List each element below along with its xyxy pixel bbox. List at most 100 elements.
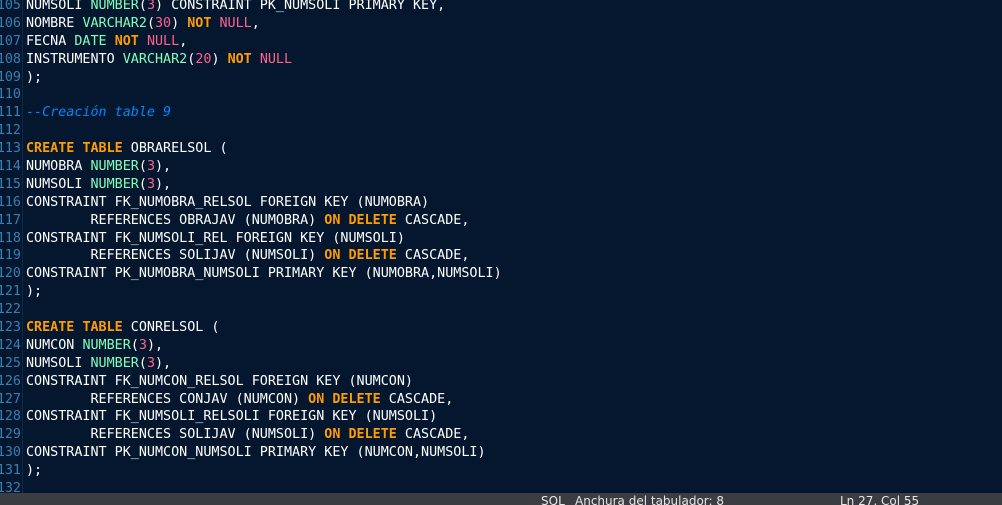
code-token: ), [155,176,172,192]
status-bar: SQL Anchura del tabulador: 8 Ln 27, Col … [0,493,1002,505]
code-line[interactable]: 108 INSTRUMENTO VARCHAR2(20) NOT NULL [0,51,1002,69]
code-token: FECNA [26,33,75,49]
code-token: ( [130,337,139,353]
code-text: REFERENCES OBRAJAV (NUMOBRA) ON DELETE C… [26,212,469,230]
code-token: CONSTRAINT PK_NUMCON_NUMSOLI PRIMARY KEY… [26,445,486,461]
code-text: NUMSOLI NUMBER(3) CONSTRAINT PK_NUMSOLI … [26,0,445,15]
code-token: ), [155,355,172,371]
code-token: REFERENCES CONJAV (NUMCON) [26,391,309,407]
code-token: ); [26,284,43,300]
code-editor[interactable]: 105 NUMSOLI NUMBER(3) CONSTRAINT PK_NUMSO… [0,0,1002,498]
code-token: DATE [74,33,107,49]
code-token: 3 [146,0,155,13]
code-token: ( [146,15,155,31]
code-token: NULL [219,15,252,31]
code-token: REFERENCES SOLIJAV (NUMSOLI) [26,248,325,264]
code-token: CASCADE, [396,427,470,443]
code-token: TABLE [82,320,123,336]
line-number: 127 [0,391,21,407]
code-line[interactable]: 119 REFERENCES SOLIJAV (NUMSOLI) ON DELE… [0,247,1002,265]
code-token: NUMCON [26,337,83,353]
code-line[interactable]: 129 REFERENCES SOLIJAV (NUMSOLI) ON DELE… [0,426,1002,444]
code-token: NUMBER [90,176,139,192]
code-token: CONRELSOL ( [122,320,220,336]
code-line[interactable]: 111 --Creación table 9 [0,104,1002,122]
code-line[interactable]: 120 CONSTRAINT PK_NUMOBRA_NUMSOLI PRIMARY… [0,265,1002,283]
code-token: ON [324,212,341,228]
code-token: --Creación table 9 [26,105,172,121]
line-number: 119 [0,248,21,264]
line-number: 108 [0,51,21,67]
code-token: 3 [146,159,155,175]
code-line[interactable]: 107 FECNA DATE NOT NULL, [0,33,1002,51]
code-token: 20 [195,51,212,67]
code-token: CASCADE, [396,212,470,228]
code-line[interactable]: 116 CONSTRAINT FK_NUMOBRA_RELSOL FOREIGN … [0,194,1002,212]
code-token: OBRARELSOL ( [122,141,228,157]
code-line[interactable]: 126 CONSTRAINT FK_NUMCON_RELSOL FOREIGN K… [0,373,1002,391]
line-number: 129 [0,427,21,443]
code-text: CONSTRAINT FK_NUMSOLI_REL FOREIGN KEY (N… [26,230,405,248]
line-number: 125 [0,355,21,371]
code-line[interactable]: 122 [0,301,1002,319]
code-line[interactable]: 125 NUMSOLI NUMBER(3), [0,355,1002,373]
code-line[interactable]: 115 NUMSOLI NUMBER(3), [0,176,1002,194]
code-token: DELETE [348,212,397,228]
code-token: ON [324,248,341,264]
line-number: 113 [0,141,21,157]
code-text: REFERENCES SOLIJAV (NUMSOLI) ON DELETE C… [26,426,469,444]
code-token: CASCADE, [380,391,454,407]
code-line[interactable]: 121); [0,283,1002,301]
code-line[interactable]: 124 NUMCON NUMBER(3), [0,337,1002,355]
code-line[interactable]: 105 NUMSOLI NUMBER(3) CONSTRAINT PK_NUMSO… [0,0,1002,15]
code-token: 30 [155,15,172,31]
code-token: CONSTRAINT FK_NUMOBRA_RELSOL FOREIGN KEY… [26,194,430,210]
code-token: ON [324,427,341,443]
code-token: CONSTRAINT FK_NUMSOLI_RELSOLI FOREIGN KE… [26,409,438,425]
code-line[interactable]: 114 NUMOBRA NUMBER(3), [0,158,1002,176]
code-line[interactable]: 117 REFERENCES OBRAJAV (NUMOBRA) ON DELE… [0,212,1002,230]
code-token: , [179,33,188,49]
code-token: NUMBER [90,0,139,13]
code-token: 3 [146,355,155,371]
code-token: REFERENCES OBRAJAV (NUMOBRA) [26,212,325,228]
line-number: 109 [0,69,21,85]
code-line[interactable]: 130 CONSTRAINT PK_NUMCON_NUMSOLI PRIMARY … [0,444,1002,462]
line-number: 111 [0,105,21,121]
code-line[interactable]: 127 REFERENCES CONJAV (NUMCON) ON DELETE… [0,391,1002,409]
code-line[interactable]: 110 [0,86,1002,104]
line-number: 107 [0,33,21,49]
code-token: VARCHAR2 [82,15,147,31]
code-token: NUMSOLI [26,176,91,192]
code-token: REFERENCES SOLIJAV (NUMSOLI) [26,427,325,443]
code-token: NULL [146,33,180,49]
code-line[interactable]: 106 NOMBRE VARCHAR2(30) NOT NULL, [0,15,1002,33]
code-token: ( [138,159,147,175]
code-line[interactable]: 112 [0,122,1002,140]
line-number: 112 [0,123,21,139]
code-token: ) [211,51,228,67]
code-token: , [251,15,260,31]
code-line[interactable]: 118 CONSTRAINT FK_NUMSOLI_REL FOREIGN KEY… [0,230,1002,248]
code-line[interactable]: 123 CREATE TABLE CONRELSOL ( [0,319,1002,337]
code-line[interactable]: 131); [0,462,1002,480]
tab-width-selector[interactable]: Anchura del tabulador: 8 [575,494,724,505]
code-token: NOT [187,15,212,31]
code-token: CREATE [26,320,75,336]
code-token: ) [171,15,188,31]
code-text: NUMSOLI NUMBER(3), [26,176,171,194]
code-text: NOMBRE VARCHAR2(30) NOT NULL, [26,15,260,33]
code-line[interactable]: 128 CONSTRAINT FK_NUMSOLI_RELSOLI FOREIGN… [0,408,1002,426]
line-number: 117 [0,212,21,228]
code-line[interactable]: 109); [0,69,1002,87]
code-token: TABLE [82,141,123,157]
line-number: 123 [0,320,21,336]
code-token: INSTRUMENTO [26,51,123,67]
cursor-position[interactable]: Ln 27, Col 55 [840,494,919,505]
language-selector[interactable]: SQL [541,494,565,505]
line-number: 120 [0,266,21,282]
code-token: 3 [146,176,155,192]
code-line[interactable]: 113 CREATE TABLE OBRARELSOL ( [0,140,1002,158]
line-number: 130 [0,445,21,461]
